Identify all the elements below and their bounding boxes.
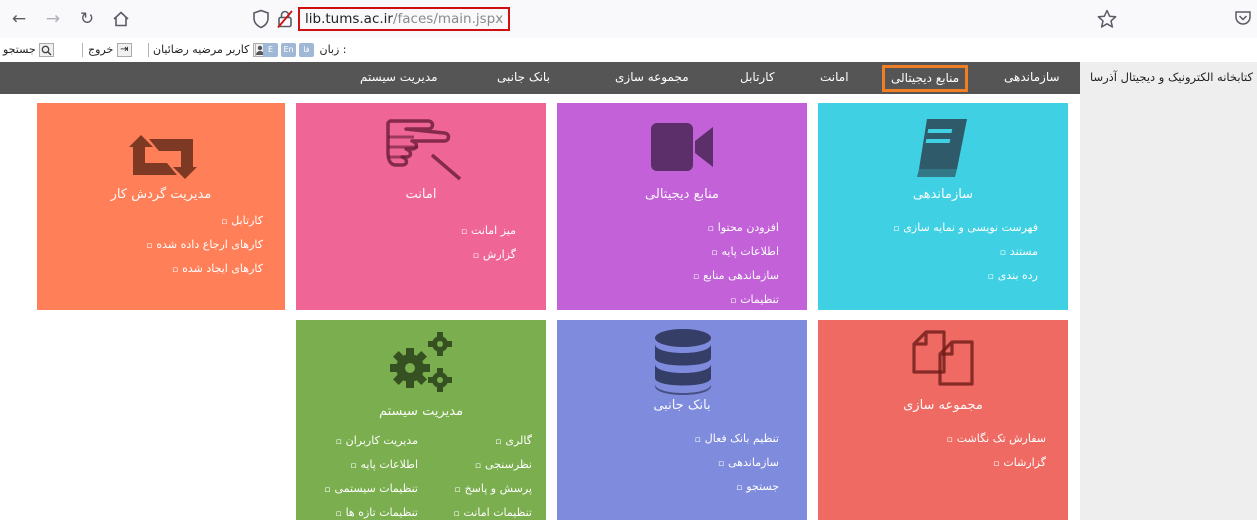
tile-collection[interactable]: مجموعه سازی سفارش تک نگاشت گزارشات <box>818 320 1068 520</box>
user-name: کاربر مرضیه رضائیان <box>153 43 250 56</box>
gears-icon <box>390 332 452 392</box>
tile-link[interactable]: تنظیمات <box>730 293 779 306</box>
address-bar[interactable]: lib.tums.ac.ir/faces/main.jspx <box>248 5 1228 33</box>
app-toolbar: جستجو خروج ⇥ کاربر مرضیه رضائیان E En فا ز… <box>0 38 1257 62</box>
tile-link[interactable]: تنظیمات سیستمی <box>324 482 418 495</box>
tile-title: سازماندهی <box>912 187 974 202</box>
language-label: زبان : <box>319 43 347 56</box>
tile-link[interactable]: سازماندهی <box>718 456 779 469</box>
tile-link[interactable]: تنظیم بانک فعال <box>695 432 779 445</box>
logout-link[interactable]: خروج ⇥ <box>88 42 132 58</box>
pocket-icon[interactable] <box>1234 9 1252 27</box>
toolbar-divider <box>255 43 256 57</box>
tile-link[interactable]: گالری <box>495 434 532 447</box>
tile-link[interactable]: کارتابل <box>221 214 263 227</box>
nav-item-cartable[interactable]: کارتابل <box>740 62 775 94</box>
logout-icon: ⇥ <box>116 43 132 57</box>
user-info: کاربر مرضیه رضائیان <box>153 42 268 58</box>
home-icon[interactable] <box>110 8 132 30</box>
magnifier-icon <box>39 43 55 57</box>
nav-item-loan[interactable]: امانت <box>820 62 849 94</box>
nav-item-system-management[interactable]: مدیریت سیستم <box>360 62 438 94</box>
lang-option[interactable]: E <box>263 43 278 57</box>
tile-link[interactable]: مدیریت کاربران <box>336 434 418 447</box>
tile-link[interactable]: گزارش <box>473 248 516 261</box>
tile-databank[interactable]: بانک جانبی تنظیم بانک فعال سازماندهی جست… <box>557 320 807 520</box>
lang-option[interactable]: فا <box>299 43 314 57</box>
tile-link[interactable]: نظرسنجی <box>475 458 532 471</box>
main-navbar: مدیریت سیستم بانک جانبی مجموعه سازی کارت… <box>0 62 1257 94</box>
tile-workflow-management[interactable]: مدیریت گردش کار کارتابل کارهای ارجاع داد… <box>37 103 285 310</box>
tile-title: امانت <box>405 187 437 202</box>
tile-link[interactable]: کارهای ارجاع داده شده <box>146 238 263 251</box>
video-camera-icon <box>651 123 713 171</box>
tile-link[interactable]: مستند <box>1000 245 1038 258</box>
tile-link[interactable]: جستجو <box>736 480 779 493</box>
tile-system-management[interactable]: مدیریت سیستم گالری نظرسنجی پرسش و پاسخ ت… <box>296 320 546 520</box>
forward-arrow-icon[interactable]: → <box>42 8 64 30</box>
tile-link[interactable]: تنظیمات تازه ها <box>335 506 418 519</box>
tile-link[interactable]: اطلاعات پایه <box>350 458 418 471</box>
insecure-lock-icon[interactable] <box>276 9 294 29</box>
tile-link[interactable]: میز امانت <box>461 224 516 237</box>
lang-option[interactable]: En <box>281 43 296 57</box>
tile-organization[interactable]: سازماندهی فهرست نویسی و نمایه سازی مستند… <box>818 103 1068 310</box>
site-brand[interactable]: کتابخانه الکترونیک و دیجیتال آذرسا <box>1090 70 1253 84</box>
nav-item-organization[interactable]: سازماندهی <box>1004 62 1060 94</box>
tile-title: بانک جانبی <box>653 398 711 413</box>
retweet-icon <box>129 135 197 179</box>
tile-loan[interactable]: امانت میز امانت گزارش <box>296 103 546 310</box>
tile-link[interactable]: سازماندهی منابع <box>693 269 779 282</box>
nav-item-databank[interactable]: بانک جانبی <box>497 62 550 94</box>
tile-link[interactable]: کارهای ایجاد شده <box>172 262 263 275</box>
tile-title: مدیریت گردش کار <box>110 187 212 202</box>
search-link-label: جستجو <box>3 43 36 56</box>
logout-label: خروج <box>88 43 114 56</box>
url-host: lib.tums.ac.ir <box>305 11 393 27</box>
tile-link[interactable]: تنظیمات امانت <box>453 506 532 519</box>
tile-link[interactable]: افزودن محتوا <box>708 221 779 234</box>
tile-link[interactable]: رده بندی <box>988 269 1038 282</box>
tile-digital-resources[interactable]: منابع دیجیتالی افزودن محتوا اطلاعات پایه… <box>557 103 807 310</box>
nav-item-digital-resources[interactable]: منابع دیجیتالی <box>882 65 969 92</box>
documents-icon <box>912 330 974 386</box>
nav-item-collection[interactable]: مجموعه سازی <box>615 62 689 94</box>
book-icon <box>917 119 967 177</box>
tile-link[interactable]: پرسش و پاسخ <box>454 482 532 495</box>
reload-icon[interactable]: ↻ <box>76 8 98 30</box>
tile-link[interactable]: اطلاعات پایه <box>711 245 779 258</box>
tile-title: مجموعه سازی <box>903 398 983 413</box>
back-arrow-icon[interactable]: ← <box>8 8 30 30</box>
browser-toolbar: ← → ↻ lib.tums.ac.ir/faces/main.jspx <box>0 0 1257 38</box>
tile-link[interactable]: گزارشات <box>993 456 1046 469</box>
toolbar-divider <box>82 43 83 57</box>
database-icon <box>655 329 711 395</box>
bookmark-star-icon[interactable] <box>1096 8 1118 30</box>
toolbar-divider <box>148 43 149 57</box>
language-selector: E En فا زبان : <box>260 42 347 58</box>
tile-link[interactable]: سفارش تک نگاشت <box>947 432 1046 445</box>
url-text[interactable]: lib.tums.ac.ir/faces/main.jspx <box>298 7 511 31</box>
tracking-shield-icon[interactable] <box>252 9 270 29</box>
hand-icon <box>386 119 462 181</box>
tile-title: منابع دیجیتالی <box>645 187 719 202</box>
tile-link[interactable]: فهرست نویسی و نمایه سازی <box>893 221 1038 234</box>
brand-sidebar: کتابخانه الکترونیک و دیجیتال آذرسا <box>1080 62 1257 520</box>
search-link[interactable]: جستجو <box>3 42 55 58</box>
url-path: /faces/main.jspx <box>392 11 504 27</box>
tile-title: مدیریت سیستم <box>378 404 464 419</box>
